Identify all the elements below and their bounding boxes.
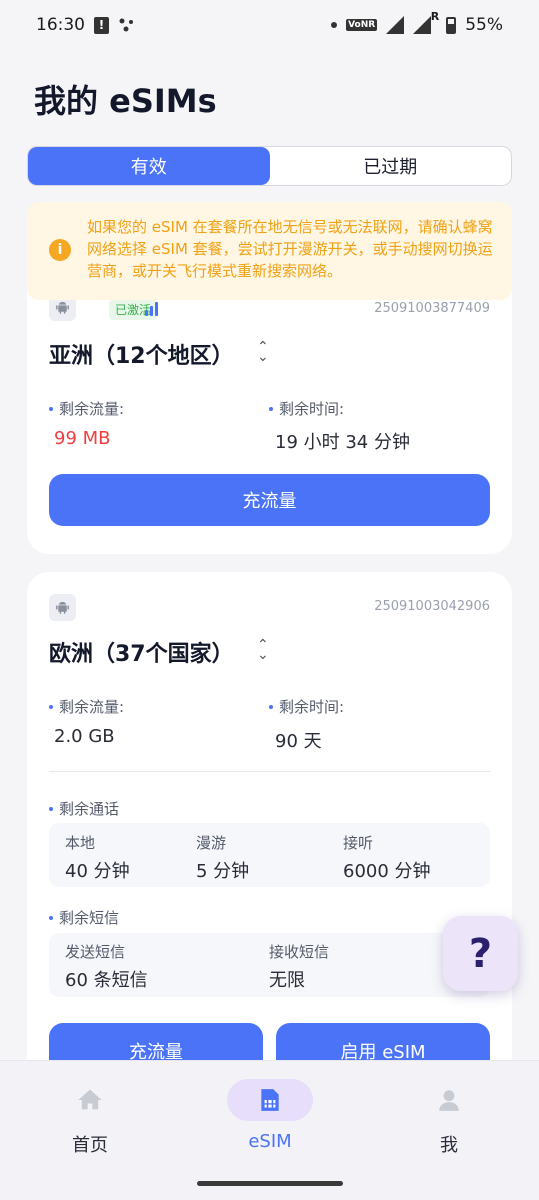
bullet-dot: [49, 915, 53, 920]
time-remaining-label-text: 剩余时间:: [279, 698, 345, 716]
page-title: 我的 eSIMs: [34, 82, 217, 120]
bullet-dot: [49, 406, 53, 411]
order-id: 25091003877409: [374, 301, 490, 316]
calls-incoming-label: 接听: [343, 834, 374, 852]
battery-level: 55%: [465, 15, 503, 35]
plan-name: 亚洲（12个地区）: [49, 344, 234, 369]
roaming-indicator: R: [430, 10, 440, 23]
tab-active[interactable]: 有效: [28, 147, 270, 185]
bullet-dot: [49, 704, 53, 709]
esim-card-asia[interactable]: 已激活 25091003877409 亚洲（12个地区） ⌃ ⌄ 剩余流量: 剩余…: [27, 270, 512, 554]
time-remaining-label: 剩余时间:: [269, 696, 344, 717]
bullet-dot: [269, 704, 273, 709]
sms-received-value: 无限: [269, 970, 305, 991]
sms-remaining-title-text: 剩余短信: [59, 909, 120, 927]
battery-icon: [446, 16, 457, 34]
calls-local-value: 40 分钟: [65, 861, 130, 882]
sms-sent-label: 发送短信: [65, 943, 126, 961]
nav-me[interactable]: 我: [389, 1079, 509, 1157]
notice-text: 如果您的 eSIM 在套餐所在地无信号或无法联网，请确认蜂窝网络选择 eSIM …: [87, 218, 493, 280]
sim-card-icon: [261, 1089, 279, 1111]
nav-home[interactable]: 首页: [30, 1079, 150, 1157]
info-icon: i: [49, 239, 71, 261]
help-button[interactable]: ?: [443, 916, 518, 991]
assistant-icon: [118, 17, 136, 33]
signal-strength-icon: [145, 302, 158, 316]
top-up-button[interactable]: 充流量: [49, 474, 490, 526]
data-remaining-value: 2.0 GB: [54, 726, 115, 747]
divider: [49, 771, 490, 772]
bullet-dot: [269, 406, 273, 411]
alert-icon: !: [94, 16, 109, 34]
data-remaining-label: 剩余流量:: [49, 696, 124, 717]
status-bar: 16:30 ! VoNR R 55%: [0, 0, 539, 50]
sms-received-label: 接收短信: [269, 943, 330, 961]
notification-dot-icon: [331, 22, 338, 28]
data-remaining-value: 99 MB: [54, 428, 111, 449]
nav-me-icon-wrap: [406, 1079, 492, 1121]
vonr-icon: VoNR: [346, 19, 378, 31]
connectivity-notice[interactable]: i 如果您的 eSIM 在套餐所在地无信号或无法联网，请确认蜂窝网络选择 eSI…: [27, 202, 512, 300]
data-remaining-label-text: 剩余流量:: [59, 400, 125, 418]
nav-esim-label: eSIM: [248, 1131, 292, 1152]
calls-roaming-label: 漫游: [196, 834, 227, 852]
calls-remaining-title-text: 剩余通话: [59, 800, 120, 818]
sms-remaining-title: 剩余短信: [49, 907, 119, 928]
esim-status-tabs: 有效 已过期: [27, 146, 512, 186]
calls-incoming-value: 6000 分钟: [343, 861, 431, 882]
nav-home-icon-wrap: [47, 1079, 133, 1121]
sms-remaining-box: 发送短信 接收短信 60 条短信 无限: [49, 933, 490, 997]
calls-remaining-title: 剩余通话: [49, 798, 119, 819]
esim-card-europe[interactable]: 25091003042906 欧洲（37个国家） ⌃ ⌄ 剩余流量: 剩余时间: …: [27, 572, 512, 1092]
plan-name: 欧洲（37个国家）: [49, 642, 234, 667]
home-indicator[interactable]: [197, 1181, 343, 1186]
data-remaining-label: 剩余流量:: [49, 398, 124, 419]
status-time: 16:30: [36, 15, 85, 35]
time-remaining-value: 19 小时 34 分钟: [275, 432, 410, 453]
bottom-navigation: 首页 eSIM 我: [0, 1060, 539, 1200]
time-remaining-value: 90 天: [275, 731, 322, 752]
time-remaining-label-text: 剩余时间:: [279, 400, 345, 418]
android-icon: [49, 594, 76, 621]
roaming-signal-icon: R: [413, 10, 439, 34]
chevron-up-down-icon[interactable]: ⌃ ⌄: [257, 340, 269, 364]
data-remaining-label-text: 剩余流量:: [59, 698, 125, 716]
nav-me-label: 我: [440, 1135, 458, 1156]
time-remaining-label: 剩余时间:: [269, 398, 344, 419]
chevron-up-down-icon[interactable]: ⌃ ⌄: [257, 638, 269, 662]
calls-remaining-box: 本地 漫游 接听 40 分钟 5 分钟 6000 分钟: [49, 823, 490, 887]
tab-expired[interactable]: 已过期: [270, 147, 512, 185]
home-icon: [78, 1089, 102, 1110]
bullet-dot: [49, 806, 53, 811]
calls-roaming-value: 5 分钟: [196, 861, 250, 882]
person-icon: [439, 1090, 459, 1111]
calls-local-label: 本地: [65, 834, 96, 852]
nav-esim-icon-wrap: [227, 1079, 313, 1121]
signal-icon: [386, 16, 405, 34]
nav-esim[interactable]: eSIM: [210, 1079, 330, 1152]
order-id: 25091003042906: [374, 599, 490, 614]
nav-home-label: 首页: [72, 1135, 108, 1156]
sms-sent-value: 60 条短信: [65, 970, 148, 991]
